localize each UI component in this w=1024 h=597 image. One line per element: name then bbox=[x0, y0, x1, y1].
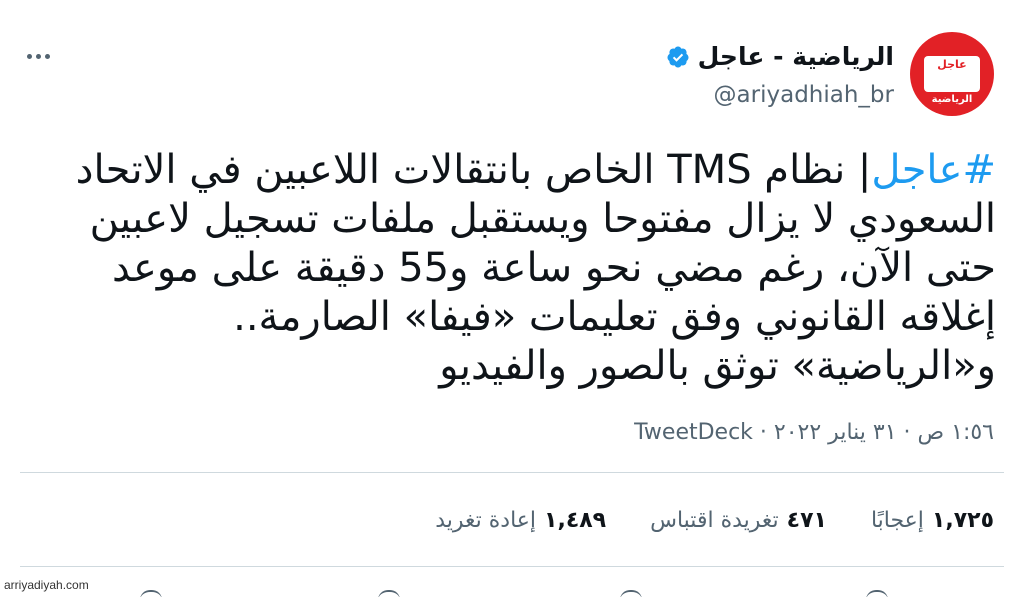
share-icon[interactable] bbox=[866, 590, 888, 597]
hashtag-link[interactable]: #عاجل bbox=[871, 147, 996, 193]
reply-icon[interactable] bbox=[140, 590, 162, 597]
author-name-row[interactable]: الرياضية - عاجل bbox=[666, 42, 894, 71]
divider bbox=[20, 566, 1004, 567]
more-dot bbox=[44, 53, 50, 59]
like-icon[interactable] bbox=[620, 590, 642, 597]
author-display-name[interactable]: الرياضية - عاجل bbox=[698, 42, 894, 71]
more-dot bbox=[26, 53, 32, 59]
avatar[interactable]: عاجل الرياضية bbox=[910, 32, 994, 116]
tweet-body: | نظام TMS الخاص بانتقالات اللاعبين في ا… bbox=[75, 147, 996, 389]
more-dot bbox=[35, 53, 41, 59]
tweet-source-link[interactable]: TweetDeck bbox=[634, 420, 753, 445]
retweet-icon[interactable] bbox=[378, 590, 400, 597]
tweet-stats: ١,٤٨٩ إعادة تغريد ٤٧١ تغريدة اقتباس ١,٧٢… bbox=[435, 508, 994, 533]
tweet-timestamp[interactable]: ١:٥٦ ص · ٣١ يناير ٢٠٢٢ · bbox=[753, 420, 994, 445]
avatar-logo-subtext: الرياضية bbox=[931, 94, 973, 105]
retweets-count: ١,٤٨٩ bbox=[544, 508, 607, 533]
site-watermark: arriyadiyah.com bbox=[4, 578, 89, 592]
quotes-stat[interactable]: ٤٧١ تغريدة اقتباس bbox=[650, 508, 827, 533]
retweets-label: إعادة تغريد bbox=[435, 508, 537, 533]
verified-badge-icon bbox=[667, 46, 689, 67]
likes-label: إعجابًا bbox=[870, 508, 924, 533]
likes-count: ١,٧٢٥ bbox=[931, 508, 994, 533]
retweets-stat[interactable]: ١,٤٨٩ إعادة تغريد bbox=[435, 508, 606, 533]
likes-stat[interactable]: ١,٧٢٥ إعجابًا bbox=[871, 508, 994, 533]
tweet-meta: ١:٥٦ ص · ٣١ يناير ٢٠٢٢ · TweetDeck bbox=[634, 420, 994, 445]
more-options-button[interactable] bbox=[20, 42, 56, 70]
quotes-count: ٤٧١ bbox=[786, 508, 827, 533]
quotes-label: تغريدة اقتباس bbox=[650, 508, 779, 533]
tweet-text: #عاجل| نظام TMS الخاص بانتقالات اللاعبين… bbox=[56, 146, 996, 391]
avatar-logo-text: عاجل bbox=[937, 58, 967, 71]
author-handle[interactable]: @ariyadhiah_br bbox=[714, 82, 894, 108]
divider bbox=[20, 472, 1004, 473]
